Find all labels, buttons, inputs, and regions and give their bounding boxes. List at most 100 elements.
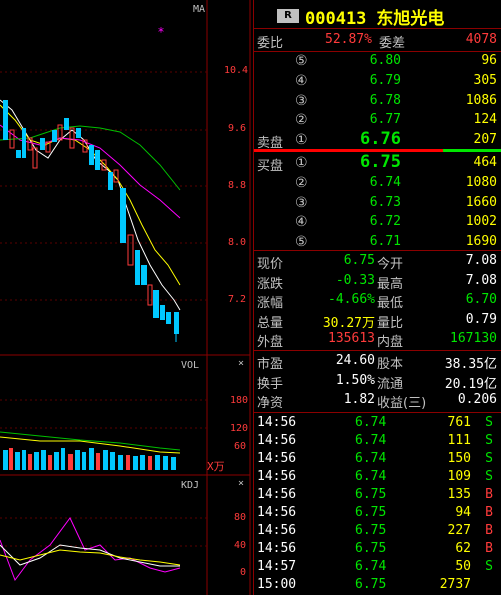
tick-price: 6.74: [355, 415, 387, 430]
fund-label: 换手: [257, 376, 284, 392]
price-tick-0: 10.4: [224, 65, 249, 76]
price: 6.76: [360, 129, 401, 150]
order-diff-label: 委差: [379, 36, 406, 51]
quote-row: 涨幅 -4.66% 最低 6.70: [253, 291, 501, 311]
volume: 1080: [465, 174, 497, 190]
volume: 1660: [465, 194, 497, 210]
buy-label: 买盘: [257, 159, 284, 174]
tick-side: B: [485, 505, 493, 520]
fund-value: 24.60: [335, 353, 375, 368]
level-marker: ②: [295, 174, 308, 191]
order-ratio-label: 委比: [257, 36, 284, 51]
quote-row: 总量 30.27万 量比 0.79: [253, 311, 501, 331]
sell-row[interactable]: 卖盘 ① 6.76 207: [253, 129, 501, 151]
vol-unit: X万: [207, 460, 225, 473]
quote-label: 总量: [257, 315, 284, 331]
sell-row[interactable]: ③ 6.78 1086: [253, 92, 501, 111]
fund-value-2: 38.35亿: [444, 357, 497, 372]
volume: 207: [473, 132, 497, 148]
price-tick-2: 8.8: [228, 180, 247, 191]
quote-value: -0.33: [335, 272, 375, 288]
svg-text:*: *: [158, 25, 164, 39]
tick-price: 6.74: [355, 469, 387, 484]
fundamentals-row: 市盈 24.60 股本 38.35亿: [253, 352, 501, 372]
quote-value-2: 6.70: [465, 292, 497, 307]
stock-code: 000413: [305, 9, 367, 29]
kdj-close-icon[interactable]: ×: [238, 478, 244, 489]
chart-panel[interactable]: * MA 10.4 9.6 8.8 8.0 7.2 VOL × 180 120 …: [0, 0, 252, 595]
order-ratio-row: 委比 52.87% 委差 4078: [253, 30, 501, 51]
tick-row[interactable]: 15:00 6.75 2737: [253, 576, 501, 594]
tick-side: S: [485, 415, 493, 430]
tick-row[interactable]: 14:57 6.74 50 S: [253, 558, 501, 576]
quote-row: 现价 6.75 今开 7.08: [253, 252, 501, 272]
tick-row[interactable]: 14:56 6.75 62 B: [253, 540, 501, 558]
tick-volume: 227: [447, 523, 471, 538]
sell-row[interactable]: ⑤ 6.80 96: [253, 52, 501, 71]
quote-value: 30.27万: [322, 315, 375, 331]
ma-line-magenta: [0, 124, 181, 219]
tick-time: 14:56: [257, 451, 297, 466]
tick-volume: 761: [447, 415, 471, 430]
tick-time: 14:56: [257, 541, 297, 556]
quote-row: 外盘 135613 内盘 167130: [253, 330, 501, 350]
fund-value: 1.50%: [335, 372, 375, 388]
level-marker: ④: [295, 214, 308, 231]
fund-value-2: 0.206: [457, 392, 497, 407]
fund-label-2: 收益(三): [377, 396, 427, 411]
tick-volume: 62: [455, 541, 471, 556]
tick-time: 14:56: [257, 415, 297, 430]
price: 6.77: [369, 112, 401, 128]
tick-volume: 150: [447, 451, 471, 466]
quote-label-2: 最高: [377, 276, 404, 292]
vol-close-icon[interactable]: ×: [238, 358, 244, 369]
tick-row[interactable]: 14:56 6.75 94 B: [253, 504, 501, 522]
buy-row[interactable]: ④ 6.72 1002: [253, 213, 501, 232]
tick-time: 14:56: [257, 505, 297, 520]
buy-row[interactable]: 买盘 ① 6.75 464: [253, 152, 501, 174]
tick-time: 15:00: [257, 577, 297, 592]
quote-label: 现价: [257, 257, 284, 272]
quote-label-2: 最低: [377, 296, 404, 311]
fund-label: 市盈: [257, 357, 284, 372]
tick-row[interactable]: 14:56 6.75 135 B: [253, 486, 501, 504]
quote-value-2: 7.08: [465, 272, 497, 288]
volume: 1690: [465, 234, 497, 250]
quote-label-2: 今开: [377, 257, 404, 272]
price-tick-4: 7.2: [228, 294, 247, 305]
tick-row[interactable]: 14:56 6.74 761 S: [253, 414, 501, 432]
sell-row[interactable]: ② 6.77 124: [253, 111, 501, 130]
tick-price: 6.74: [355, 451, 387, 466]
level-marker: ⑤: [295, 53, 308, 69]
level-marker: ③: [295, 194, 308, 211]
volume: 305: [473, 72, 497, 88]
tick-time: 14:56: [257, 523, 297, 538]
kdj-tick-0: 80: [234, 512, 247, 523]
fund-value: 1.82: [343, 392, 375, 407]
tick-price: 6.75: [355, 541, 387, 556]
price: 6.79: [369, 72, 401, 88]
kdj-tick-2: 0: [240, 567, 247, 578]
tick-volume: 50: [455, 559, 471, 574]
tick-time: 14:56: [257, 487, 297, 502]
tick-volume: 94: [455, 505, 471, 520]
volume: 464: [473, 155, 497, 170]
kline-chart[interactable]: *: [0, 0, 252, 595]
tick-row[interactable]: 14:56 6.74 150 S: [253, 450, 501, 468]
tick-side: S: [485, 451, 493, 466]
tick-row[interactable]: 14:56 6.75 227 B: [253, 522, 501, 540]
buy-row[interactable]: ③ 6.73 1660: [253, 194, 501, 213]
tick-price: 6.75: [355, 487, 387, 502]
tick-volume: 135: [447, 487, 471, 502]
r-badge: R: [277, 9, 299, 23]
sell-row[interactable]: ④ 6.79 305: [253, 72, 501, 91]
vol-tick-1: 120: [230, 423, 249, 434]
level-marker: ④: [295, 72, 308, 89]
tick-price: 6.75: [355, 577, 387, 592]
main-chart-label: MA: [193, 4, 206, 15]
buy-row[interactable]: ② 6.74 1080: [253, 174, 501, 193]
tick-row[interactable]: 14:56 6.74 109 S: [253, 468, 501, 486]
vol-tick-2: 60: [234, 441, 247, 452]
tick-volume: 111: [447, 433, 471, 448]
tick-row[interactable]: 14:56 6.74 111 S: [253, 432, 501, 450]
